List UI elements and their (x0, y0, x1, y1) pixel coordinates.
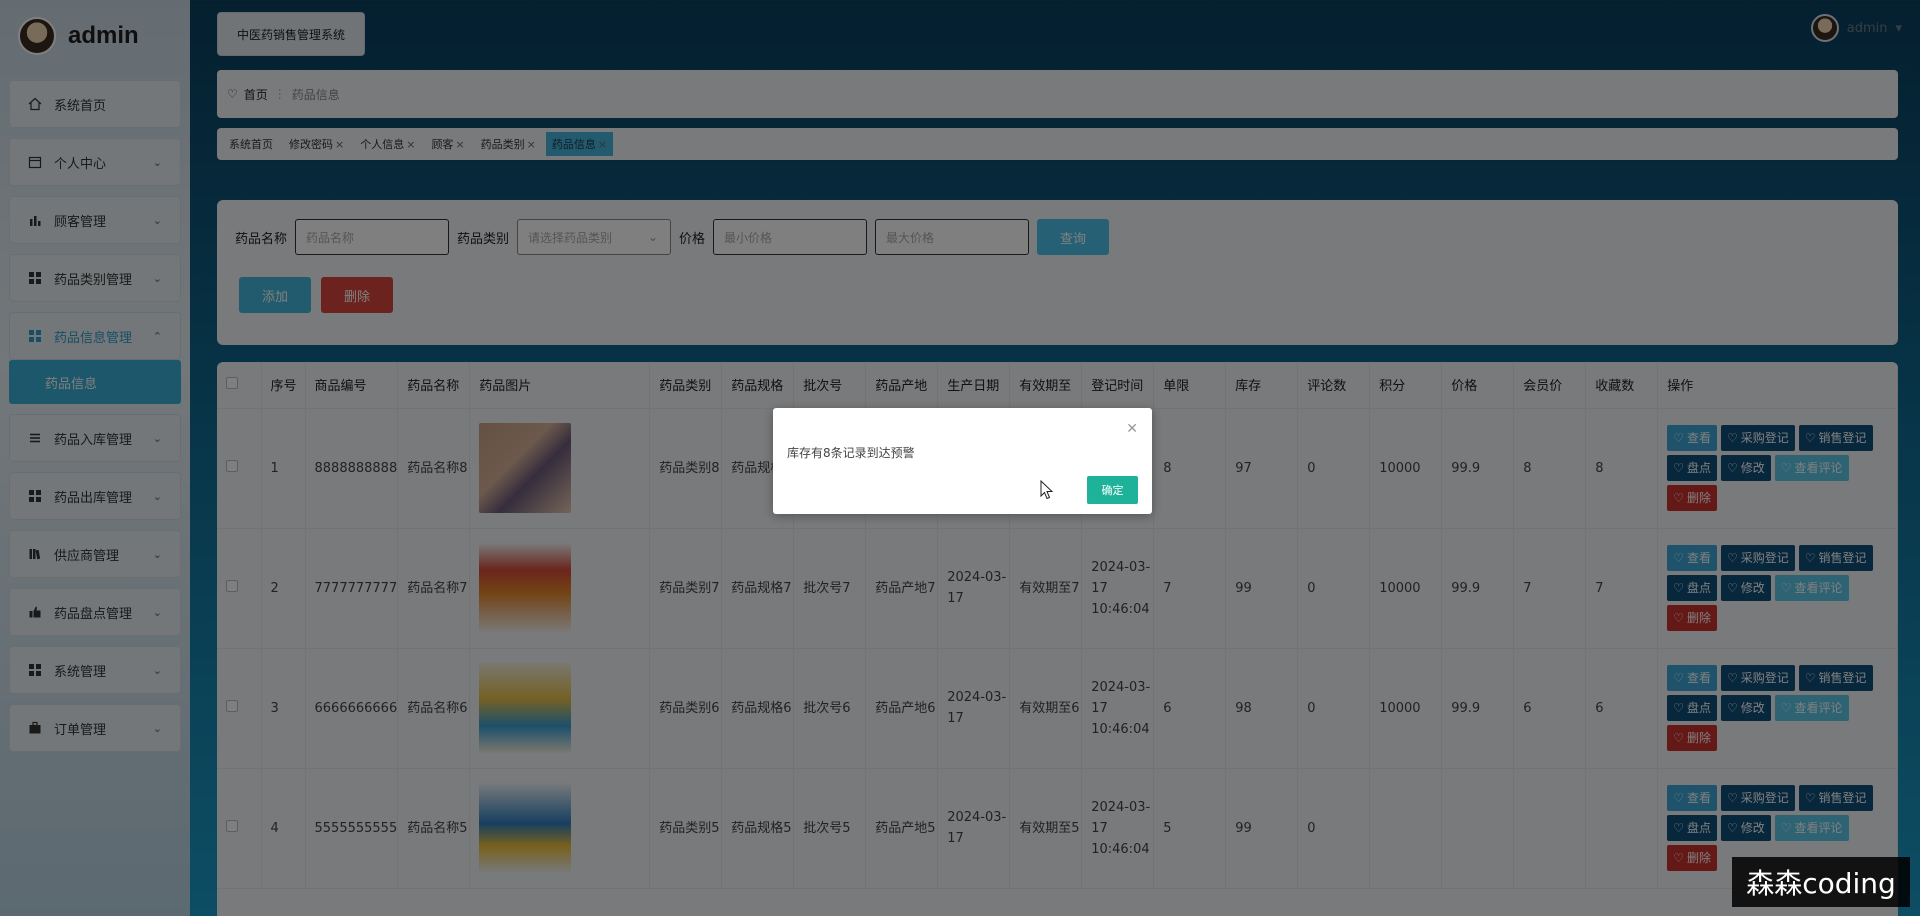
alert-dialog: ✕ 库存有8条记录到达预警 确定 (773, 408, 1152, 514)
watermark: 森森coding (1732, 857, 1910, 907)
confirm-button[interactable]: 确定 (1087, 476, 1138, 504)
mouse-cursor-icon (1040, 480, 1054, 500)
close-icon[interactable]: ✕ (1126, 421, 1138, 437)
alert-message: 库存有8条记录到达预警 (787, 446, 915, 460)
